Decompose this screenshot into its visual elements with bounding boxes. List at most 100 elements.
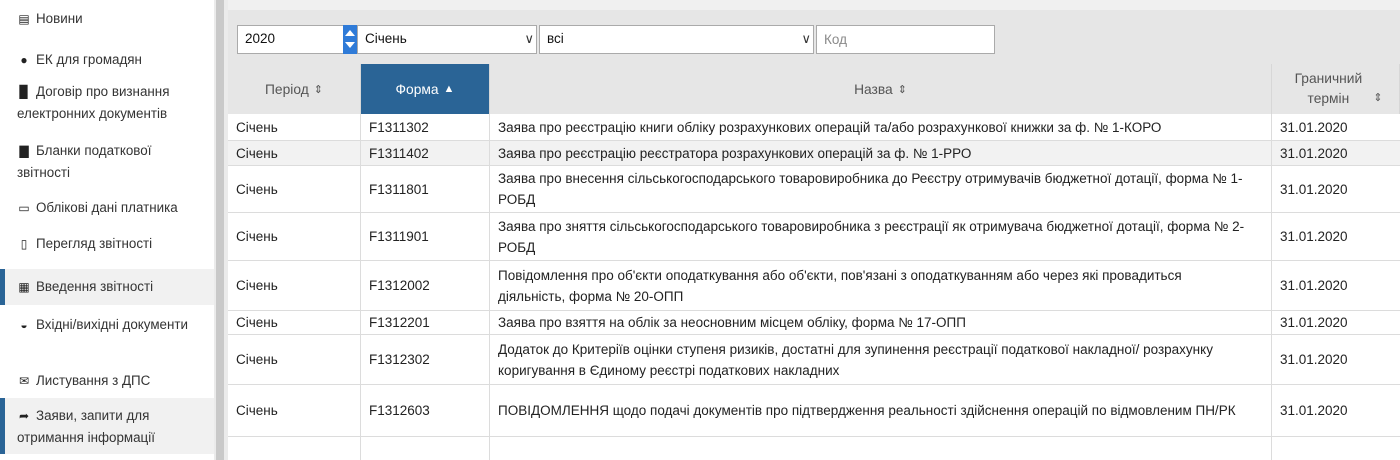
column-header-name[interactable]: Назва ⇕ — [490, 64, 1272, 114]
cell-form: F1312302 — [361, 335, 490, 384]
main-content: 2020 Січень ∨ всі ∨ Період ⇕ Форма ▲ — [228, 0, 1400, 460]
top-strip — [228, 0, 1400, 10]
filter-bar: 2020 Січень ∨ всі ∨ — [228, 10, 1400, 64]
sidebar-item-label: Облікові дані платника — [36, 200, 178, 215]
sidebar-item-incoming-outgoing[interactable]: ◒ Вхідні/вихідні документи — [0, 314, 214, 336]
sort-icon: ⇕ — [1373, 92, 1383, 104]
sidebar-item-label: Новини — [36, 11, 83, 26]
cell-period: Січень — [228, 141, 361, 165]
type-select-value: всі — [547, 31, 564, 46]
sidebar-item-label: ЕК для громадян — [36, 52, 142, 67]
cell-form-empty — [361, 437, 490, 460]
sidebar-item-label: Вхідні/вихідні документи — [36, 317, 188, 332]
cell-term: 31.01.2020 — [1280, 315, 1348, 330]
sort-asc-icon: ▲ — [443, 83, 455, 95]
column-header-period[interactable]: Період ⇕ — [228, 64, 361, 114]
code-input[interactable] — [816, 25, 995, 54]
table-row[interactable]: Січень F1312201 Заява про взяття на облі… — [228, 311, 1400, 335]
cell-name-empty — [490, 437, 1272, 460]
type-select[interactable]: всі ∨ — [539, 25, 814, 54]
spin-down-icon[interactable] — [345, 42, 355, 48]
cell-name: Заява про взяття на облік за неосновним … — [490, 311, 1272, 334]
table-row[interactable]: Січень F1311302 Заява про реєстрацію кни… — [228, 114, 1400, 141]
sidebar-item-view-reports[interactable]: ▯ Перегляд звітності — [0, 233, 214, 255]
table-row[interactable]: Січень F1312002 Повідомлення про об'єкти… — [228, 261, 1400, 311]
cell-form: F1311302 — [361, 114, 490, 140]
cell-name: Заява про внесення сільськогосподарськог… — [490, 166, 1272, 212]
column-header-label: Граничний термін — [1294, 71, 1363, 106]
cell-name: Додаток до Критеріїв оцінки ступеня ризи… — [490, 335, 1272, 384]
file-icon: ▇ — [19, 144, 29, 158]
cell-form: F1312002 — [361, 261, 490, 310]
cell-period-empty — [228, 437, 361, 460]
cell-term: 31.01.2020 — [1280, 278, 1348, 293]
cell-period: Січень — [228, 311, 361, 334]
sidebar-scrollbar-thumb[interactable] — [216, 0, 224, 460]
sidebar-item-label: Договір про визнання електронних докумен… — [17, 84, 170, 121]
document-icon: ▯ — [20, 237, 28, 251]
newspaper-icon: ▤ — [18, 12, 30, 26]
cell-form: F1311801 — [361, 166, 490, 212]
spin-up-icon[interactable] — [345, 30, 355, 36]
cell-form: F1311402 — [361, 141, 490, 165]
cell-period: Січень — [228, 385, 361, 436]
cell-term: 31.01.2020 — [1280, 229, 1348, 244]
cell-term-empty — [1272, 437, 1400, 460]
sidebar-item-citizens-key[interactable]: ● ЕК для громадян — [0, 49, 214, 71]
sidebar-item-label: Бланки податкової звітності — [17, 143, 152, 180]
sidebar-item-enter-reports[interactable]: ▦ Введення звітності — [0, 269, 214, 305]
column-header-form[interactable]: Форма ▲ — [361, 64, 490, 114]
cell-period: Січень — [228, 166, 361, 212]
cell-period: Січень — [228, 335, 361, 384]
cell-period: Січень — [228, 114, 361, 140]
cell-name: Заява про зняття сільськогосподарського … — [490, 213, 1272, 260]
sidebar-item-news[interactable]: ▤ Новини — [0, 8, 214, 30]
chevron-down-icon: ∨ — [801, 31, 811, 46]
cell-period: Січень — [228, 213, 361, 260]
sidebar-item-payer-data[interactable]: ▭ Облікові дані платника — [0, 197, 214, 219]
cell-form: F1311901 — [361, 213, 490, 260]
cell-name: Заява про реєстрацію реєстратора розраху… — [490, 141, 1272, 165]
user-icon: ● — [20, 53, 28, 67]
sidebar-item-label: Введення звітності — [36, 279, 154, 294]
sidebar-item-agreement[interactable]: ▉ Договір про визнання електронних докуме… — [0, 81, 214, 124]
sidebar-item-label: Листування з ДПС — [36, 373, 151, 388]
table-row[interactable]: Січень F1311402 Заява про реєстрацію реє… — [228, 141, 1400, 166]
sort-icon: ⇕ — [897, 83, 907, 96]
month-select[interactable]: Січень ∨ — [357, 25, 537, 54]
sidebar-item-label: Перегляд звітності — [36, 236, 153, 251]
calendar-icon: ▦ — [18, 280, 30, 294]
sort-icon: ⇕ — [313, 83, 323, 96]
table-row[interactable]: Січень F1311901 Заява про зняття сільськ… — [228, 213, 1400, 261]
book-icon: ▉ — [19, 85, 29, 99]
column-header-label: Назва — [854, 81, 893, 97]
table-row[interactable]: Січень F1312302 Додаток до Критеріїв оці… — [228, 335, 1400, 385]
table-row[interactable]: Січень F1312603 ПОВІДОМЛЕННЯ щодо подачі… — [228, 385, 1400, 437]
cell-term: 31.01.2020 — [1280, 352, 1348, 367]
table-row[interactable]: Січень F1311801 Заява про внесення сільс… — [228, 166, 1400, 213]
cell-term: 31.01.2020 — [1280, 119, 1348, 135]
month-select-value: Січень — [365, 31, 407, 46]
cell-form: F1312201 — [361, 311, 490, 334]
envelope-icon: ✉ — [18, 374, 30, 388]
column-header-label: Період — [265, 81, 309, 97]
year-spinner[interactable] — [343, 25, 357, 54]
sidebar-item-report-forms[interactable]: ▇ Бланки податкової звітності — [0, 140, 214, 183]
column-header-label: Форма — [395, 81, 439, 97]
cell-term: 31.01.2020 — [1280, 181, 1348, 197]
column-header-term[interactable]: Граничний термін ⇕ — [1272, 64, 1400, 114]
cell-name: ПОВІДОМЛЕННЯ щодо подачі документів про … — [490, 385, 1272, 436]
cell-term: 31.01.2020 — [1280, 403, 1348, 418]
sidebar-item-label: Заяви, запити для отримання інформації — [17, 408, 155, 445]
sidebar-item-correspondence[interactable]: ✉ Листування з ДПС — [0, 370, 214, 392]
inbox-icon: ◒ — [20, 318, 28, 332]
share-icon: ➦ — [18, 409, 30, 423]
sidebar: ▤ Новини ● ЕК для громадян ▉ Договір про ви… — [0, 0, 214, 460]
cell-term: 31.01.2020 — [1280, 145, 1348, 161]
id-card-icon: ▭ — [18, 201, 30, 215]
table-row-partial[interactable] — [228, 437, 1400, 460]
sidebar-item-requests[interactable]: ➦ Заяви, запити для отримання інформації — [0, 398, 214, 454]
cell-name: Повідомлення про об'єкти оподаткування а… — [490, 261, 1272, 310]
chevron-down-icon: ∨ — [524, 31, 534, 46]
year-input[interactable]: 2020 — [237, 25, 355, 54]
